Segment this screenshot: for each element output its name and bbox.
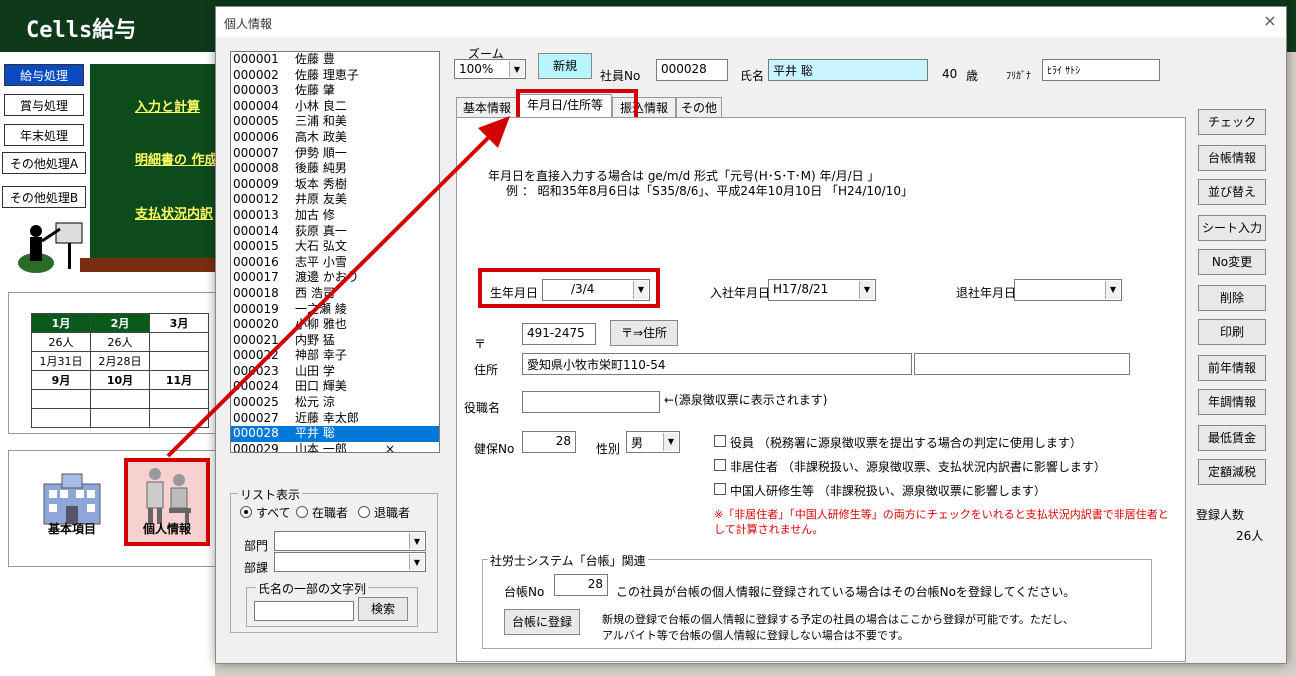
annotation-arrow xyxy=(166,116,510,458)
